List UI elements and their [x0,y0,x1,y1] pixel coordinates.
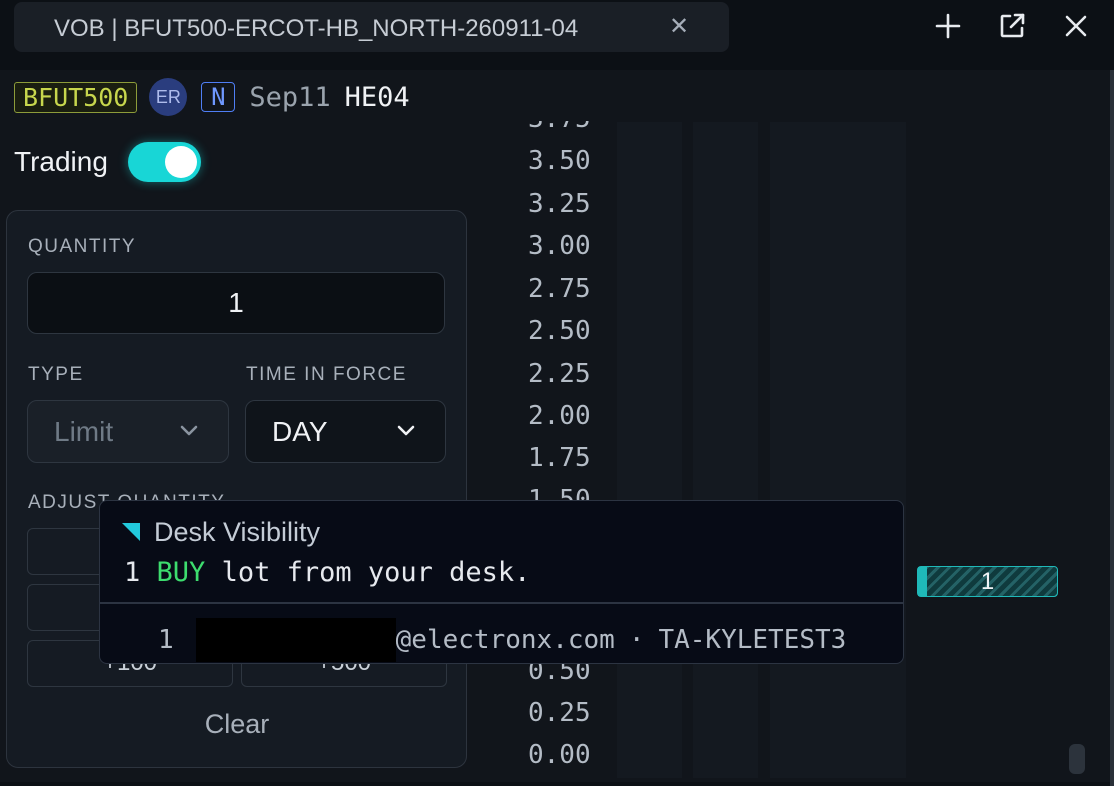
price-level[interactable]: 0.25 [528,698,591,728]
instrument-date: Sep11 [249,81,331,113]
window-tab[interactable]: VOB | BFUT500-ERCOT-HB_NORTH-260911-04 ✕ [14,2,729,52]
trading-toggle[interactable] [128,142,201,182]
exchange-badge: ER [149,78,188,116]
toggle-knob [165,146,197,178]
time-in-force-select[interactable]: DAY [245,400,446,463]
price-level[interactable]: 3.00 [528,231,591,261]
tooltip-order-row: 1 @electronx.com · TA-KYLETEST3 [158,618,846,662]
desk-visibility-tooltip: Desk Visibility 1 BUY lot from your desk… [99,500,904,664]
order-type-select[interactable]: Limit [27,400,229,463]
redacted-user [195,618,396,662]
close-icon[interactable]: ✕ [669,15,689,39]
tooltip-message: 1 BUY lot from your desk. [124,557,530,588]
tooltip-msg-qty: 1 [124,557,141,588]
scrollbar-thumb[interactable] [1069,744,1085,774]
clear-button[interactable]: Clear [27,702,447,746]
chevron-down-icon [180,425,198,436]
price-level[interactable]: 3.25 [528,189,591,219]
price-level[interactable]: 3.50 [528,146,591,176]
price-level[interactable]: 2.75 [528,274,591,304]
price-level[interactable]: 1.75 [528,443,591,473]
close-window-icon[interactable] [1060,10,1092,42]
price-level[interactable]: 2.00 [528,401,591,431]
tooltip-msg-rest: lot from your desk. [221,557,531,588]
order-type-value: Limit [54,415,114,447]
tooltip-title: Desk Visibility [154,517,321,547]
tooltip-row-email: @electronx.com [395,625,615,655]
ladder-column [617,122,682,778]
ladder-column [770,122,906,778]
ladder-column [693,122,758,778]
window-border [1110,70,1114,786]
tooltip-divider [100,602,903,604]
title-bar: VOB | BFUT500-ERCOT-HB_NORTH-260911-04 ✕ [0,0,1114,70]
price-level[interactable]: 2.50 [528,316,591,346]
tooltip-row-separator: · [628,625,645,655]
price-level[interactable]: 0.00 [528,740,591,770]
tooltip-msg-side: BUY [156,557,206,588]
tooltip-row-account: TA-KYLETEST3 [658,625,847,655]
trading-label: Trading [14,146,108,177]
instrument-row: BFUT500 ER N Sep11 HE04 [14,78,410,116]
tif-label: TIME IN FORCE [246,364,407,385]
price-level[interactable]: 2.25 [528,359,591,389]
order-bar-qty: 1 [980,568,995,595]
type-badge: N [201,82,236,112]
quantity-label: QUANTITY [28,236,137,257]
flag-icon [122,523,140,541]
plus-icon[interactable] [932,10,964,42]
instrument-hour: HE04 [344,81,410,113]
working-order-bar[interactable]: 1 [917,566,1058,597]
tif-value: DAY [272,415,328,447]
chevron-down-icon [397,425,415,436]
tab-title: VOB | BFUT500-ERCOT-HB_NORTH-260911-04 [54,15,579,42]
symbol-badge: BFUT500 [14,81,138,113]
quantity-input[interactable]: 1 [27,272,445,334]
external-link-icon[interactable] [996,10,1028,42]
type-label: TYPE [28,364,84,385]
tooltip-row-qty: 1 [158,625,174,655]
